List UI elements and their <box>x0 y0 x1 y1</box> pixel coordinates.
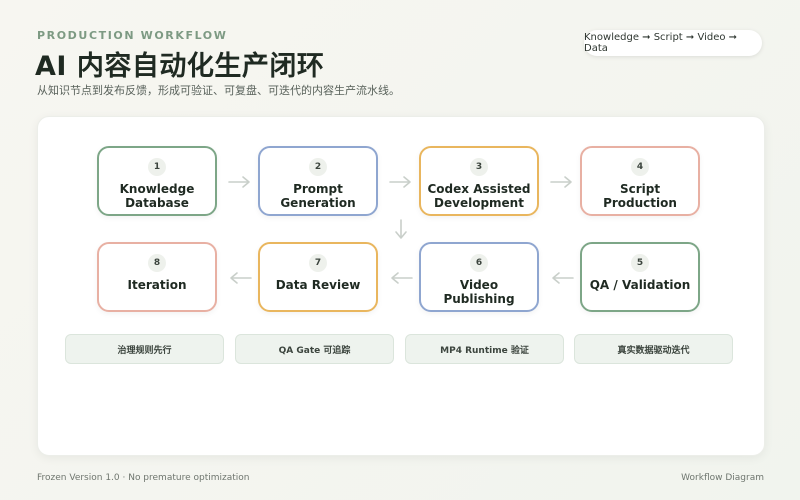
arrow-right-icon <box>389 176 411 188</box>
step-number-1: 1 <box>148 158 166 176</box>
footer-caption: Workflow Diagram <box>681 473 764 483</box>
step-number-3: 3 <box>470 158 488 176</box>
node-label: Codex Assisted Development <box>427 182 531 210</box>
tag-mp4-runtime: MP4 Runtime 验证 <box>405 334 564 364</box>
tag-data-driven: 真实数据驱动迭代 <box>574 334 733 364</box>
arrow-down-icon <box>395 219 407 239</box>
node-label: Data Review <box>275 278 361 292</box>
node-label: QA / Validation <box>589 278 691 292</box>
eyebrow: PRODUCTION WORKFLOW <box>37 29 228 42</box>
node-knowledge-database: 1 Knowledge Database <box>97 146 217 216</box>
node-iteration: 8 Iteration <box>97 242 217 312</box>
arrow-left-icon <box>230 272 252 284</box>
node-data-review: 7 Data Review <box>258 242 378 312</box>
step-number-6: 6 <box>470 254 488 272</box>
node-prompt-generation: 2 Prompt Generation <box>258 146 378 216</box>
page-title: AI 内容自动化生产闭环 <box>35 51 325 82</box>
workflow-panel: 1 Knowledge Database 2 Prompt Generation… <box>37 116 765 456</box>
node-codex-assisted-development: 3 Codex Assisted Development <box>419 146 539 216</box>
node-label: Video Publishing <box>443 278 515 306</box>
node-label: Knowledge Database <box>119 182 195 210</box>
page-subtitle: 从知识节点到发布反馈，形成可验证、可复盘、可迭代的内容生产流水线。 <box>37 84 400 97</box>
arrow-left-icon <box>391 272 413 284</box>
arrow-right-icon <box>228 176 250 188</box>
tag-label: 真实数据驱动迭代 <box>617 345 690 356</box>
step-number-7: 7 <box>309 254 327 272</box>
tag-label: MP4 Runtime 验证 <box>440 345 529 356</box>
step-number-8: 8 <box>148 254 166 272</box>
step-number-2: 2 <box>309 158 327 176</box>
tag-governance: 治理规则先行 <box>65 334 224 364</box>
flow-summary-badge: Knowledge ➞ Script ➞ Video ➞ Data <box>584 30 762 56</box>
node-video-publishing: 6 Video Publishing <box>419 242 539 312</box>
tag-label: QA Gate 可追踪 <box>278 345 351 356</box>
arrow-right-icon <box>550 176 572 188</box>
node-label: Script Production <box>603 182 677 210</box>
step-number-4: 4 <box>631 158 649 176</box>
flow-summary-text: Knowledge ➞ Script ➞ Video ➞ Data <box>584 32 738 54</box>
arrow-left-icon <box>552 272 574 284</box>
node-qa-validation: 5 QA / Validation <box>580 242 700 312</box>
node-label: Prompt Generation <box>280 182 356 210</box>
step-number-5: 5 <box>631 254 649 272</box>
tag-qa-gate: QA Gate 可追踪 <box>235 334 394 364</box>
node-label: Iteration <box>127 278 187 292</box>
node-script-production: 4 Script Production <box>580 146 700 216</box>
tag-label: 治理规则先行 <box>117 345 172 356</box>
footer-version: Frozen Version 1.0 · No premature optimi… <box>37 473 250 483</box>
